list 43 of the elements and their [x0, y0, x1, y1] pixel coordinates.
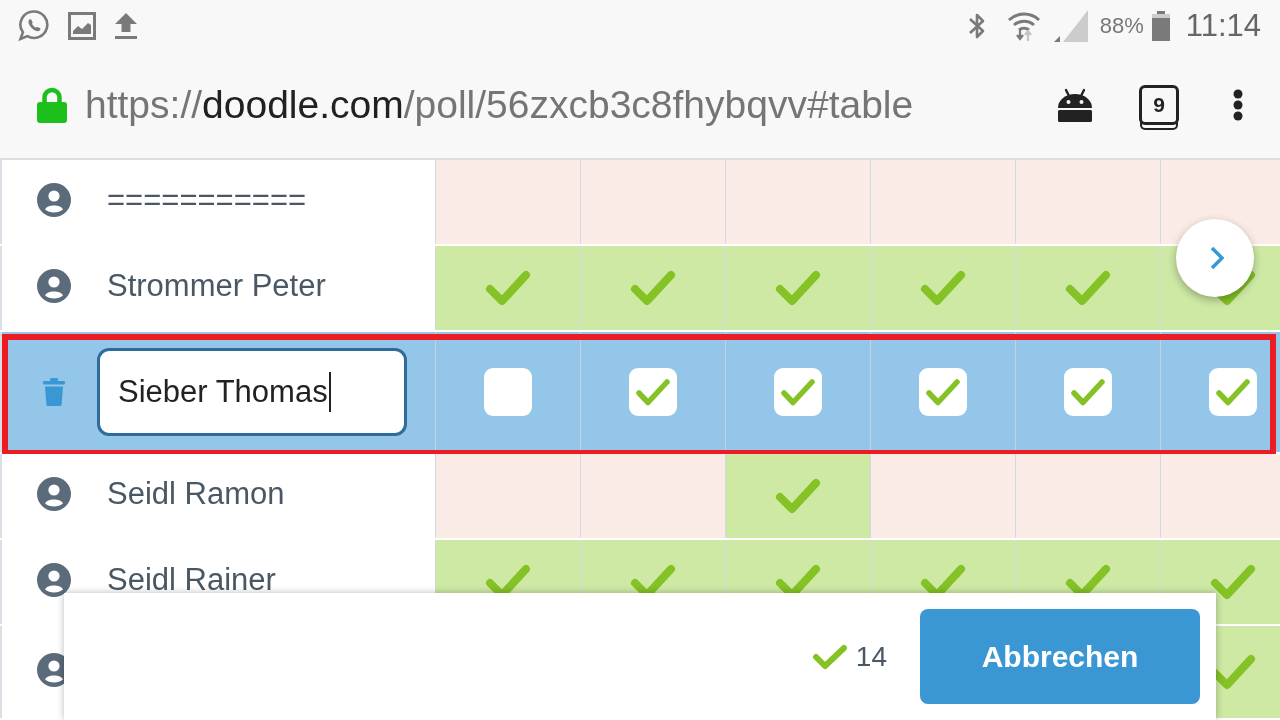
check-icon [775, 478, 821, 514]
robot-icon[interactable] [1057, 88, 1093, 122]
menu-icon[interactable] [1233, 89, 1243, 121]
checkbox[interactable] [484, 368, 532, 416]
check-icon [925, 378, 961, 406]
wifi-icon [1006, 10, 1041, 42]
chevron-right-icon [1210, 246, 1224, 270]
battery-icon [1150, 11, 1171, 41]
check-icon [1065, 270, 1111, 306]
upload-icon [114, 13, 138, 39]
person-icon [37, 477, 71, 511]
check-icon [1210, 564, 1256, 600]
checkbox[interactable] [629, 368, 677, 416]
check-icon [635, 378, 671, 406]
person-icon [37, 269, 71, 303]
text-cursor-icon [328, 372, 331, 412]
check-icon [1070, 378, 1106, 406]
yes-count: 14 [855, 640, 887, 673]
participant-name: Strommer Peter [107, 268, 326, 304]
check-icon [775, 270, 821, 306]
signal-icon [1053, 10, 1088, 42]
checkbox[interactable] [1064, 368, 1112, 416]
check-icon [485, 270, 531, 306]
check-icon [811, 643, 848, 670]
check-icon [920, 270, 966, 306]
checkbox[interactable] [774, 368, 822, 416]
person-icon [37, 183, 71, 217]
checkbox[interactable] [1209, 368, 1257, 416]
checkbox[interactable] [919, 368, 967, 416]
battery-percent: 88% [1099, 13, 1144, 39]
participant-name: Seidl Rainer [107, 562, 276, 598]
url-text[interactable]: https://doodle.com/poll/56zxcb3c8fhybqvv#table [85, 83, 914, 127]
trash-icon[interactable] [42, 378, 66, 406]
check-icon [780, 378, 816, 406]
participant-name: Seidl Ramon [107, 476, 285, 512]
check-icon [1215, 378, 1251, 406]
participant-name: =========== [107, 182, 307, 218]
phone-bubble-icon [18, 9, 50, 43]
clock-time: 11:14 [1185, 8, 1261, 44]
name-input-field[interactable]: Sieber Thomas [97, 348, 407, 436]
check-icon [630, 270, 676, 306]
image-icon [68, 12, 96, 40]
lock-icon [37, 87, 67, 123]
